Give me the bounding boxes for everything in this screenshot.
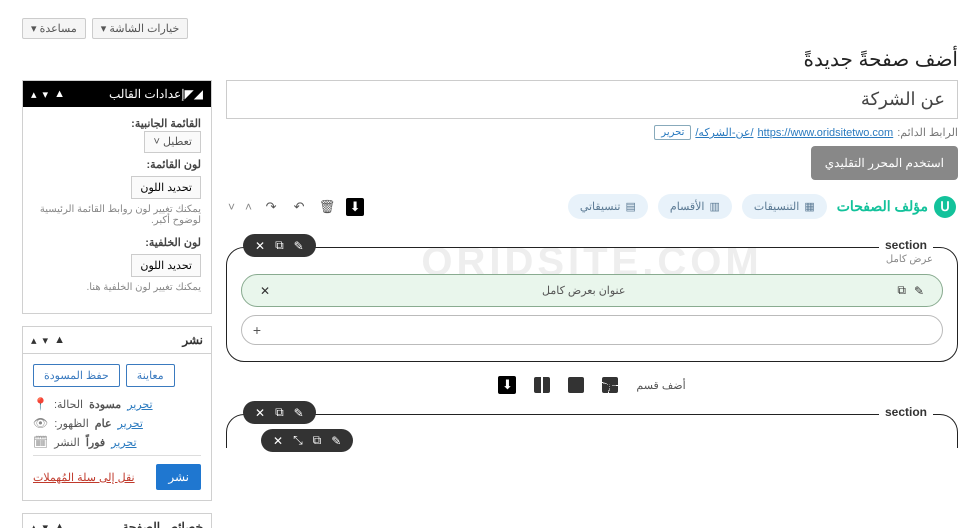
layouts-icon: ▦	[804, 200, 814, 213]
add-section-label: أضف قسم	[636, 379, 685, 392]
side-menu-label: القائمة الجانبية:	[33, 117, 201, 130]
section-controls: ✎ ⧉ ✕	[243, 234, 316, 257]
section-tag: section	[879, 238, 933, 252]
menu-color-button[interactable]: تحديد اللون	[131, 176, 201, 199]
page-heading: أضف صفحةً جديدةً	[22, 47, 958, 72]
pill-my-layouts[interactable]: ▤تنسيقاتي	[568, 194, 648, 219]
bg-color-button[interactable]: تحديد اللون	[131, 254, 201, 277]
attrs-down-icon[interactable]: ▾	[43, 521, 49, 528]
add-section-bar: أضف قسم ⬇	[226, 376, 958, 394]
section-block-2: ✎ ⧉ ✕ section ✎ ⧉ ⤡ ✕	[226, 414, 958, 448]
calendar-icon: 🗓	[33, 435, 48, 449]
theme-brand-icon: ◢◤	[185, 87, 203, 101]
permalink-label: الرابط الدائم:	[897, 126, 958, 139]
attrs-up-icon[interactable]: ▴	[31, 521, 37, 528]
s2-copy-icon[interactable]: ⧉	[313, 433, 322, 448]
panel-page-attributes: خصائص الصفحة ▴ ▾ ▲	[22, 513, 212, 528]
pill-layouts[interactable]: ▦التنسيقات	[742, 194, 827, 219]
move-to-trash-link[interactable]: نقل إلى سلة المُهملات	[33, 471, 135, 484]
eye-icon: 👁	[33, 416, 48, 430]
attrs-toggle-icon[interactable]: ▲	[54, 521, 65, 528]
bg-color-label: لون الخلفية:	[33, 236, 201, 249]
page-title-input[interactable]	[226, 80, 958, 119]
pin-icon: 📍	[33, 397, 48, 411]
pill-sections[interactable]: ▥الأقسام	[658, 194, 732, 219]
row-block[interactable]: ✎ ⧉ عنوان بعرض كامل ✕	[241, 274, 943, 307]
sections-icon: ▥	[709, 200, 719, 213]
plus-icon: +	[248, 322, 266, 338]
permalink-base[interactable]: https://www.oridsitetwo.com	[758, 127, 894, 139]
s2-edit-icon[interactable]: ✎	[331, 434, 341, 448]
layout-quad-icon[interactable]	[602, 377, 618, 393]
mylayouts-icon: ▤	[626, 200, 636, 213]
trash-icon[interactable]: 🗑	[318, 198, 336, 216]
side-menu-select[interactable]: تعطيل ˅	[144, 131, 201, 153]
brand-icon: ᑌ	[934, 196, 956, 218]
panel-publish: نشر ▴ ▾ ▲ حفظ المسودة معاينة تحرير مسودة ا…	[22, 326, 212, 501]
row-close-icon[interactable]: ✕	[260, 284, 270, 298]
use-classic-editor-button[interactable]: استخدم المحرر التقليدي	[811, 146, 958, 180]
panel-down-icon[interactable]: ▾	[43, 88, 49, 101]
pub-up-icon[interactable]: ▴	[31, 334, 37, 347]
section2-close-icon[interactable]: ✕	[255, 406, 265, 420]
visibility-label: الظهور:	[54, 417, 89, 430]
visibility-edit-link[interactable]: تحرير	[118, 417, 143, 430]
row-edit-icon[interactable]: ✎	[914, 284, 924, 298]
status-label: الحالة:	[54, 398, 83, 411]
row-copy-icon[interactable]: ⧉	[897, 283, 906, 298]
bg-color-hint: يمكنك تغيير لون الخلفية هنا.	[33, 282, 201, 293]
pub-toggle-icon[interactable]: ▲	[54, 334, 65, 347]
status-edit-link[interactable]: تحرير	[127, 398, 152, 411]
section-copy-icon[interactable]: ⧉	[275, 238, 284, 253]
permalink-row: الرابط الدائم: https://www.oridsitetwo.c…	[226, 125, 958, 140]
section-close-icon[interactable]: ✕	[255, 239, 265, 253]
preview-button[interactable]: معاينة	[126, 364, 175, 387]
chevron-down-icon[interactable]: ˅	[228, 200, 235, 214]
menu-color-label: لون القائمة:	[33, 158, 201, 171]
save-draft-button[interactable]: حفظ المسودة	[33, 364, 120, 387]
panel-attrs-title: خصائص الصفحة	[65, 520, 203, 528]
section-subtitle: عرض كامل	[886, 254, 933, 265]
page-builder: ORIDSITE.COM ᑌ مؤلف الصفحات ▦التنسيقات ▥…	[226, 190, 958, 448]
section2-copy-icon[interactable]: ⧉	[275, 405, 284, 420]
panel-theme-title: إعدادات القالب	[65, 87, 185, 101]
section2-tag: section	[879, 405, 933, 419]
status-value: مسودة	[89, 398, 121, 411]
menu-color-hint: يمكنك تغيير لون روابط القائمة الرئيسية ل…	[33, 204, 201, 226]
permalink-edit-button[interactable]: تحرير	[654, 125, 691, 140]
chevron-up-icon[interactable]: ˄	[245, 200, 252, 214]
builder-toolbar: ᑌ مؤلف الصفحات ▦التنسيقات ▥الأقسام ▤تنسي…	[226, 190, 958, 223]
permalink-slug[interactable]: /عن-الشركه/	[695, 126, 753, 139]
s2-close-icon[interactable]: ✕	[273, 434, 283, 448]
publish-button[interactable]: نشر	[156, 464, 201, 490]
visibility-value: عام	[95, 417, 112, 430]
panel-up-icon[interactable]: ▴	[31, 88, 37, 101]
section-block: ✎ ⧉ ✕ section عرض كامل ✎ ⧉ عنوان بعرض كا…	[226, 247, 958, 362]
redo-icon[interactable]: ↷	[262, 198, 280, 216]
s2-move-icon[interactable]: ⤡	[293, 433, 303, 448]
row-label: عنوان بعرض كامل	[274, 284, 893, 297]
add-row[interactable]: +	[241, 315, 943, 345]
schedule-value: فوراً	[86, 436, 105, 449]
panel-theme-settings: ◢◤ إعدادات القالب ▴▾▲ القائمة الجانبية: …	[22, 80, 212, 314]
schedule-edit-link[interactable]: تحرير	[111, 436, 136, 449]
screen-options-button[interactable]: ▾ خيارات الشاشة	[92, 18, 189, 39]
pub-down-icon[interactable]: ▾	[43, 334, 49, 347]
section2-row-controls: ✎ ⧉ ⤡ ✕	[261, 429, 353, 452]
layout-import-icon[interactable]: ⬇	[498, 376, 516, 394]
panel-toggle-icon[interactable]: ▲	[54, 88, 65, 101]
layout-full-icon[interactable]	[568, 377, 584, 393]
panel-publish-title: نشر	[65, 333, 203, 347]
section2-controls: ✎ ⧉ ✕	[243, 401, 316, 424]
builder-brand: ᑌ مؤلف الصفحات	[837, 196, 956, 218]
section-edit-icon[interactable]: ✎	[294, 239, 304, 253]
section2-edit-icon[interactable]: ✎	[294, 406, 304, 420]
export-icon[interactable]: ⬇	[346, 198, 364, 216]
help-button[interactable]: ▾ مساعدة	[22, 18, 86, 39]
layout-split-icon[interactable]	[534, 377, 550, 393]
schedule-label: النشر	[54, 436, 80, 449]
undo-icon[interactable]: ↶	[290, 198, 308, 216]
